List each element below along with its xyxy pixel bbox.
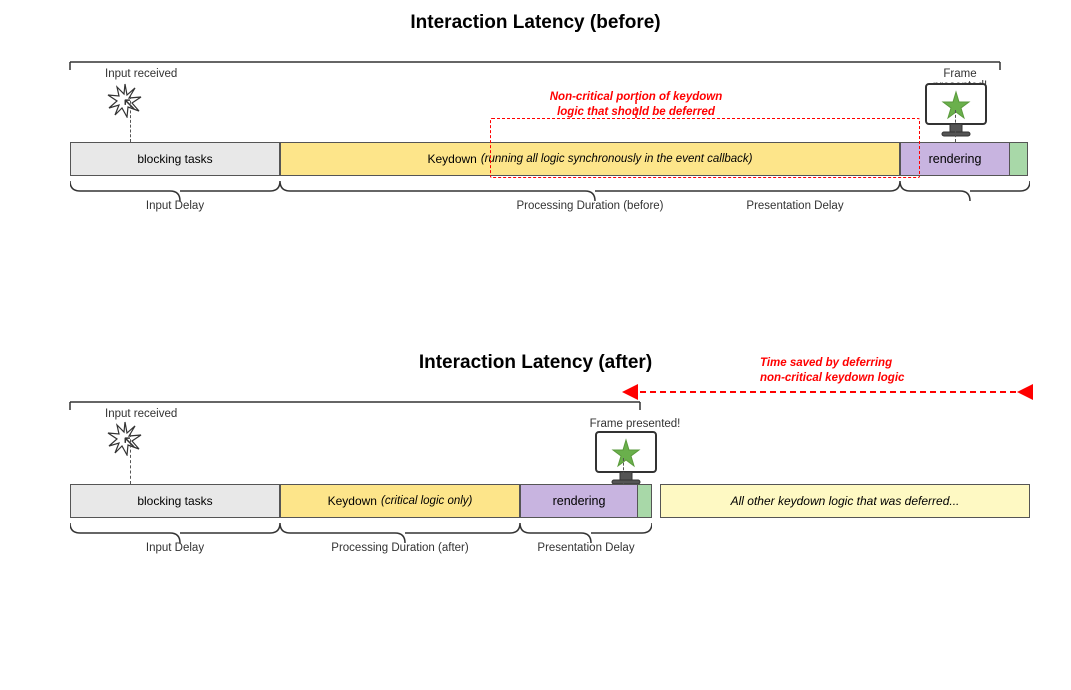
bottom-dashed-v-input xyxy=(130,434,131,484)
bottom-red-annotation: Time saved by deferring non-critical key… xyxy=(760,356,990,386)
top-dashed-v-frame xyxy=(955,110,956,142)
bottom-processing-label: Processing Duration (after) xyxy=(280,542,520,554)
bottom-frame-label: Frame presented! xyxy=(580,418,690,430)
top-red-annotation: Non-critical portion of keydown logic th… xyxy=(536,90,736,120)
bottom-presentation-label: Presentation Delay xyxy=(510,542,662,554)
top-monitor-icon xyxy=(922,82,990,147)
top-dashed-v-input xyxy=(130,96,131,142)
top-presentation-label: Presentation Delay xyxy=(731,200,859,212)
top-input-delay-label: Input Delay xyxy=(70,200,280,212)
top-blocking-bar: blocking tasks xyxy=(70,142,280,176)
top-presentation-brace xyxy=(900,176,1030,206)
bottom-dashed-v-frame xyxy=(623,458,624,484)
top-keydown-bar: Keydown (running all logic synchronously… xyxy=(280,142,900,176)
bottom-input-received-label: Input received xyxy=(105,408,177,420)
top-green-stripe xyxy=(1010,142,1028,176)
bottom-green-stripe xyxy=(638,484,652,518)
bottom-keydown-bar: Keydown (critical logic only) xyxy=(280,484,520,518)
bottom-blocking-bar: blocking tasks xyxy=(70,484,280,518)
bottom-deferred-bar: All other keydown logic that was deferre… xyxy=(660,484,1030,518)
top-brace-line xyxy=(60,52,1010,72)
top-title: Interaction Latency (before) xyxy=(410,12,660,33)
top-rendering-bar: rendering xyxy=(900,142,1010,176)
bottom-rendering-bar: rendering xyxy=(520,484,638,518)
top-input-received-label: Input received xyxy=(105,68,177,80)
bottom-title: Interaction Latency (after) xyxy=(419,352,652,373)
bottom-input-delay-label: Input Delay xyxy=(70,542,280,554)
